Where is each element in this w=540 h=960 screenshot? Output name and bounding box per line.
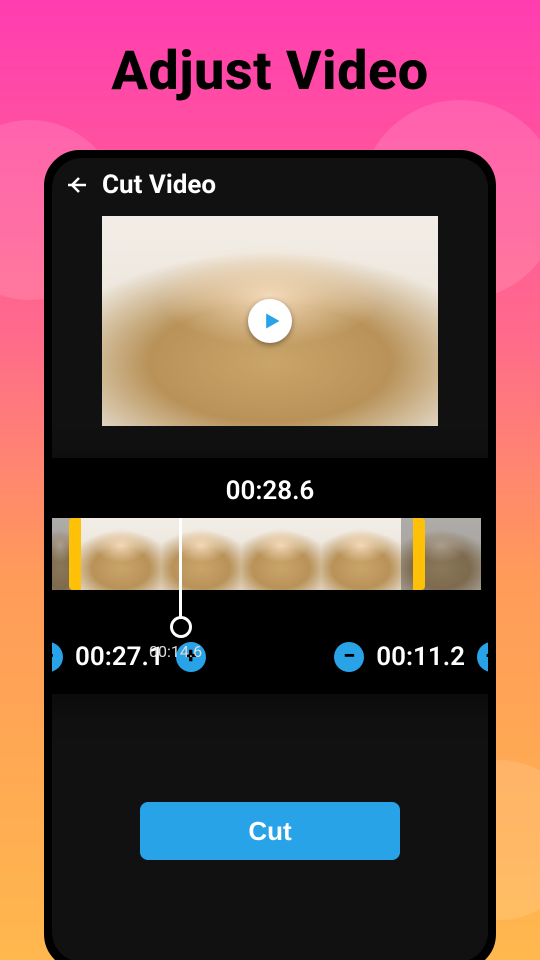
plus-icon: + [486,646,488,668]
playhead[interactable] [179,518,182,630]
trim-start-decrement-button[interactable]: − [52,642,63,672]
trim-end-group: − 00:11.2 + [334,642,488,672]
app-screen: Cut Video 00:28.6 [52,158,488,960]
cut-button[interactable]: Cut [140,802,400,860]
end-minutes: 00 [376,642,406,672]
total-seconds: 28.6 [262,476,314,506]
trim-total-duration: 00:28.6 [52,476,488,506]
end-sep: : [406,642,413,672]
play-icon [262,311,282,331]
timeline-thumb [321,518,401,590]
video-preview[interactable] [102,216,438,426]
timeline[interactable]: 00:14.6 [52,518,488,590]
play-button[interactable] [248,299,292,343]
end-seconds: 11.2 [413,642,465,672]
start-minutes: 00 [75,642,105,672]
trim-end-increment-button[interactable]: + [477,642,488,672]
timeline-thumb [81,518,161,590]
phone-frame: Cut Video 00:28.6 [44,150,496,960]
back-arrow-icon[interactable] [62,170,92,200]
app-bar: Cut Video [52,158,488,212]
start-sep: : [105,642,112,672]
playhead-time-label: 00:14.6 [149,642,202,661]
trim-handle-start[interactable] [69,518,81,590]
trim-end-decrement-button[interactable]: − [334,642,364,672]
promo-title: Adjust Video [0,40,540,103]
trim-controls: − 00:27.1 + − 00:11.2 + [52,642,488,672]
timeline-thumb [241,518,321,590]
minus-icon: − [52,646,54,668]
minus-icon: − [343,646,355,668]
app-bar-title: Cut Video [102,170,216,200]
trim-end-time: 00:11.2 [376,642,465,672]
promo-background: Adjust Video Cut Video 00:28.6 [0,0,540,960]
trim-handle-end[interactable] [413,518,425,590]
trim-panel: 00:28.6 00:14.6 [52,458,488,694]
timeline-thumb [161,518,241,590]
total-minutes: 00 [226,476,256,506]
